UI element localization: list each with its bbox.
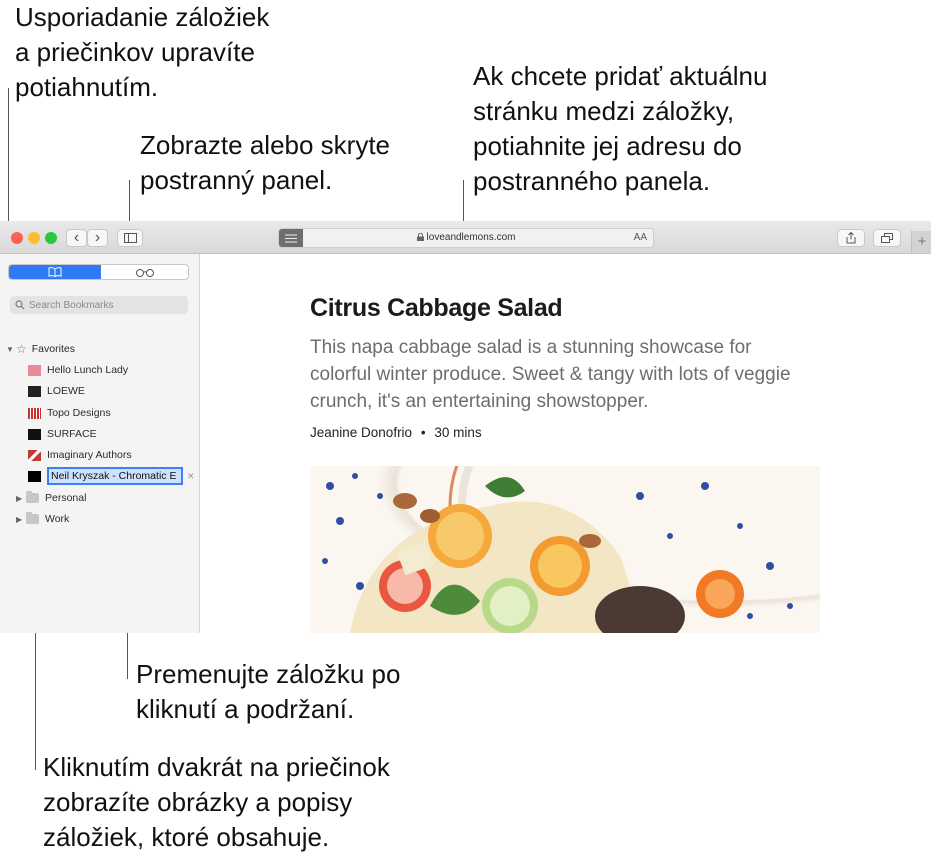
bookmark-favicon: [28, 385, 41, 397]
disclosure-closed-icon: ▶: [16, 493, 23, 503]
folder-label: Work: [45, 513, 70, 525]
search-icon: [15, 300, 25, 310]
salad-illustration: [322, 466, 820, 633]
favorites-folder[interactable]: ▼ ☆ Favorites: [6, 340, 75, 358]
reading-list-tab[interactable]: [101, 265, 188, 279]
bookmark-label: Hello Lunch Lady: [47, 364, 129, 376]
back-button[interactable]: ‹: [66, 229, 87, 247]
sidebar-segmented-control: [8, 264, 189, 280]
sidebar-icon: [123, 233, 137, 243]
callout-folder: Kliknutím dvakrát na priečinok zobrazíte…: [43, 752, 390, 852]
minimize-window-button[interactable]: [28, 232, 40, 244]
folder-item[interactable]: ▶ Work: [16, 510, 69, 528]
bookmark-favicon: [28, 470, 41, 482]
bookmark-item[interactable]: Topo Designs: [28, 404, 111, 422]
favorites-label: Favorites: [31, 343, 75, 355]
forward-button[interactable]: ›: [87, 229, 108, 247]
search-placeholder: Search Bookmarks: [29, 299, 114, 311]
share-icon: [846, 232, 856, 244]
callout-reorder: Usporiadanie záložiek a priečinkov uprav…: [15, 2, 270, 102]
bookmark-search-field[interactable]: Search Bookmarks: [10, 296, 188, 314]
tab-overview-button[interactable]: [873, 229, 901, 247]
bookmark-item[interactable]: Imaginary Authors: [28, 446, 132, 464]
bookmarks-tab[interactable]: [9, 265, 101, 279]
bookmark-item-editing[interactable]: Neil Kryszak - Chromatic E ✕: [28, 467, 195, 485]
browser-window: ‹ › loveandlemons.com AA + Search Bookma…: [0, 221, 931, 633]
bookmark-label: LOEWE: [47, 385, 85, 397]
bookmark-item[interactable]: Hello Lunch Lady: [28, 361, 128, 379]
star-icon: ☆: [16, 342, 27, 356]
bookmark-item[interactable]: SURFACE: [28, 425, 97, 443]
folder-item[interactable]: ▶ Personal: [16, 489, 86, 507]
callout-add-bookmark: Ak chcete pridať aktuálnu stránku medzi …: [473, 61, 768, 196]
bookmark-label: Topo Designs: [47, 407, 111, 419]
bookmark-favicon: [28, 407, 41, 419]
article-author: Jeanine Donofrio: [310, 425, 413, 440]
sidebar-toggle-button[interactable]: [117, 229, 143, 247]
bookmark-rename-field[interactable]: Neil Kryszak - Chromatic E: [47, 467, 183, 485]
chevron-right-icon: ›: [94, 229, 101, 246]
disclosure-closed-icon: ▶: [16, 514, 23, 524]
close-window-button[interactable]: [11, 232, 23, 244]
folder-icon: [26, 491, 39, 503]
zoom-window-button[interactable]: [45, 232, 57, 244]
bookmark-favicon: [28, 428, 41, 440]
tabs-icon: [881, 233, 893, 243]
disclosure-open-icon: ▼: [6, 344, 14, 354]
byline-separator: •: [420, 425, 426, 440]
url-text: loveandlemons.com: [279, 232, 653, 243]
article-photo[interactable]: [310, 466, 820, 633]
bookmark-label: Imaginary Authors: [47, 449, 132, 461]
book-icon: [48, 267, 62, 277]
callout-rename: Premenujte záložku po kliknutí a podržan…: [136, 659, 401, 724]
address-bar[interactable]: loveandlemons.com AA: [278, 228, 654, 248]
share-button[interactable]: [837, 229, 865, 247]
chevron-left-icon: ‹: [73, 229, 80, 246]
new-tab-button[interactable]: +: [911, 231, 931, 253]
web-content: Citrus Cabbage Salad This napa cabbage s…: [200, 254, 931, 633]
glasses-icon: [135, 268, 154, 277]
bookmarks-sidebar: Search Bookmarks ▼ ☆ Favorites Hello Lun…: [0, 254, 200, 633]
toolbar: ‹ › loveandlemons.com AA +: [0, 221, 931, 254]
url-label: loveandlemons.com: [426, 232, 516, 243]
bookmark-item[interactable]: LOEWE: [28, 382, 85, 400]
article-byline: Jeanine Donofrio • 30 mins: [310, 425, 482, 440]
folder-icon: [26, 512, 39, 524]
clear-icon[interactable]: ✕: [187, 471, 195, 482]
article-duration: 30 mins: [434, 425, 482, 440]
folder-label: Personal: [45, 492, 87, 504]
article-description: This napa cabbage salad is a stunning sh…: [310, 337, 791, 412]
bookmark-favicon: [28, 449, 41, 461]
text-size-button[interactable]: AA: [634, 232, 647, 243]
lock-icon: [416, 232, 424, 241]
bookmark-label: SURFACE: [47, 428, 97, 440]
bookmark-favicon: [28, 364, 41, 376]
callout-sidebar-toggle: Zobrazte alebo skryte postranný panel.: [140, 130, 391, 195]
article-title: Citrus Cabbage Salad: [310, 294, 563, 322]
